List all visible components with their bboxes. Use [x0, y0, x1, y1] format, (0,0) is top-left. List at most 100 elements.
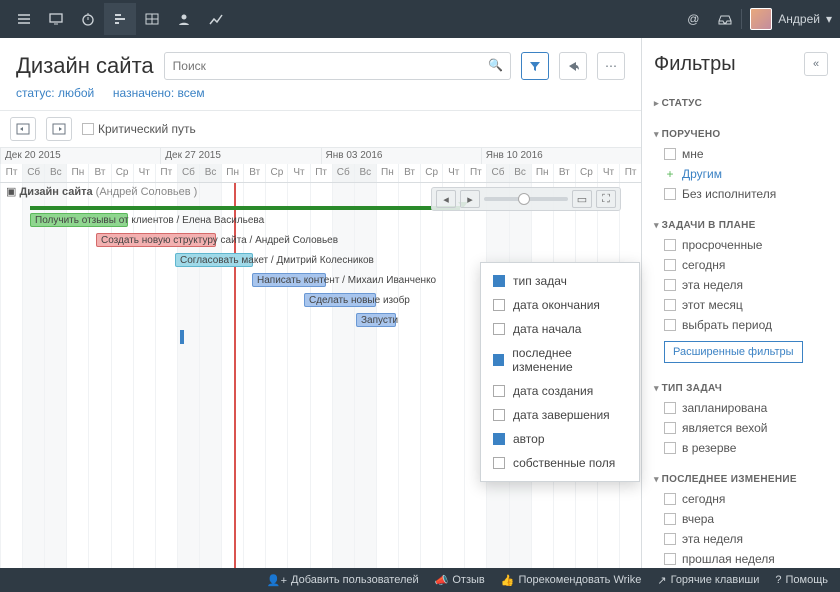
gantt-bar[interactable]: Запусти	[356, 313, 396, 327]
popup-item[interactable]: автор	[481, 427, 639, 451]
gantt-bar[interactable]: Получить отзывы от клиентов / Елена Васи…	[30, 213, 128, 227]
feedback-button[interactable]: 📣Отзыв	[435, 574, 485, 587]
filter-item[interactable]: +Другим	[654, 164, 828, 184]
more-button[interactable]: ⋯	[597, 52, 625, 80]
popup-item[interactable]: дата создания	[481, 379, 639, 403]
hotkeys-button[interactable]: ↗Горячие клавиши	[657, 574, 759, 587]
gantt-bar[interactable]: Согласовать макет / Дмитрий Колесников	[175, 253, 253, 267]
critical-path-toggle[interactable]: Критический путь	[82, 122, 196, 136]
filter-item[interactable]: запланирована	[654, 398, 828, 418]
column-picker-popup: тип задачдата окончаниядата началапослед…	[480, 262, 640, 482]
checkbox-icon	[493, 433, 505, 445]
collapse-sidebar-button[interactable]: «	[804, 52, 828, 76]
status-filter[interactable]: статус: любой	[16, 86, 94, 100]
filter-section-title[interactable]: СТАТУС	[654, 90, 828, 113]
week-label: Дек 20 2015	[0, 148, 160, 164]
filter-item[interactable]: вчера	[654, 509, 828, 529]
popup-item[interactable]: дата завершения	[481, 403, 639, 427]
chart-icon[interactable]	[200, 3, 232, 35]
table-icon[interactable]	[136, 3, 168, 35]
advanced-filters-link[interactable]: Расширенные фильтры	[664, 341, 803, 363]
filter-section-title[interactable]: ТИП ЗАДАЧ	[654, 375, 828, 398]
zoom-full[interactable]: ⛶	[596, 190, 616, 208]
popup-item[interactable]: дата окончания	[481, 293, 639, 317]
day-label: Чт	[442, 164, 464, 182]
help-button[interactable]: ?Помощь	[775, 574, 828, 586]
day-label: Пт	[0, 164, 22, 182]
zoom-next[interactable]: ▸	[460, 190, 480, 208]
filter-item[interactable]: эта неделя	[654, 529, 828, 549]
week-label: Янв 10 2016	[481, 148, 641, 164]
filter-item[interactable]: выбрать период	[654, 315, 828, 335]
zoom-slider[interactable]	[484, 197, 568, 201]
checkbox-icon	[493, 385, 505, 397]
at-icon[interactable]: @	[677, 3, 709, 35]
gantt-bar[interactable]: Сделать новые изобр	[304, 293, 376, 307]
checkbox-icon	[493, 323, 505, 335]
checkbox-icon	[493, 409, 505, 421]
popup-item[interactable]: собственные поля	[481, 451, 639, 475]
day-label: Чт	[597, 164, 619, 182]
gantt-bar[interactable]: Написать контент / Михаил Иванченко	[252, 273, 326, 287]
day-label: Пн	[531, 164, 553, 182]
popup-item[interactable]: последнее изменение	[481, 341, 639, 379]
monitor-icon[interactable]	[40, 3, 72, 35]
day-label: Пт	[155, 164, 177, 182]
checkbox-icon	[664, 553, 676, 565]
filter-item[interactable]: сегодня	[654, 489, 828, 509]
menu-icon[interactable]	[8, 3, 40, 35]
gantt-icon[interactable]	[104, 3, 136, 35]
expand-all-button[interactable]	[10, 117, 36, 141]
filter-section-title[interactable]: ПОСЛЕДНЕЕ ИЗМЕНЕНИЕ	[654, 466, 828, 489]
zoom-control[interactable]: ◂ ▸ ▭ ⛶	[431, 187, 621, 211]
day-label: Чт	[287, 164, 309, 182]
search-input[interactable]	[164, 52, 511, 80]
day-label: Вс	[354, 164, 376, 182]
share-button[interactable]	[559, 52, 587, 80]
filter-item[interactable]: мне	[654, 144, 828, 164]
filter-section-title[interactable]: ПОРУЧЕНО	[654, 121, 828, 144]
filter-item[interactable]: прошлая неделя	[654, 549, 828, 569]
user-icon[interactable]	[168, 3, 200, 35]
day-label: Вс	[199, 164, 221, 182]
timer-icon[interactable]	[72, 3, 104, 35]
popup-item[interactable]: дата начала	[481, 317, 639, 341]
filter-item[interactable]: сегодня	[654, 255, 828, 275]
thumbs-up-icon: 👍	[501, 574, 515, 587]
zoom-prev[interactable]: ◂	[436, 190, 456, 208]
recommend-button[interactable]: 👍Порекомендовать Wrike	[501, 574, 642, 587]
filter-item[interactable]: в резерве	[654, 438, 828, 458]
filter-item[interactable]: эта неделя	[654, 275, 828, 295]
day-label: Ср	[111, 164, 133, 182]
gantt-bar[interactable]: Создать новую структуру сайта / Андрей С…	[96, 233, 216, 247]
inbox-icon[interactable]	[709, 3, 741, 35]
checkbox-icon	[664, 279, 676, 291]
megaphone-icon: 📣	[435, 574, 449, 587]
search-icon[interactable]: 🔍	[488, 58, 503, 72]
filter-item[interactable]: этот месяц	[654, 295, 828, 315]
filter-section-title[interactable]: ЗАДАЧИ В ПЛАНЕ	[654, 212, 828, 235]
day-label: Пн	[221, 164, 243, 182]
divider	[741, 9, 742, 29]
collapse-all-button[interactable]	[46, 117, 72, 141]
popup-item[interactable]: тип задач	[481, 269, 639, 293]
filter-item[interactable]: Без исполнителя	[654, 184, 828, 204]
day-label: Сб	[177, 164, 199, 182]
day-label: Вт	[243, 164, 265, 182]
day-label: Ср	[265, 164, 287, 182]
assigned-filter[interactable]: назначено: всем	[113, 86, 205, 100]
timeline-header: Дек 20 2015Дек 27 2015Янв 03 2016Янв 10 …	[0, 148, 641, 183]
milestone-marker[interactable]	[180, 330, 184, 344]
zoom-fit[interactable]: ▭	[572, 190, 592, 208]
day-label: Вт	[398, 164, 420, 182]
checkbox-icon	[493, 457, 505, 469]
day-label: Пн	[66, 164, 88, 182]
checkbox-icon	[493, 275, 505, 287]
filter-item[interactable]: является вехой	[654, 418, 828, 438]
user-menu[interactable]: Андрей ▾	[750, 8, 832, 30]
filter-item[interactable]: просроченные	[654, 235, 828, 255]
user-name: Андрей	[778, 12, 820, 26]
add-users-button[interactable]: 👤+Добавить пользователей	[267, 574, 419, 587]
filter-button[interactable]	[521, 52, 549, 80]
checkbox-icon	[664, 188, 676, 200]
